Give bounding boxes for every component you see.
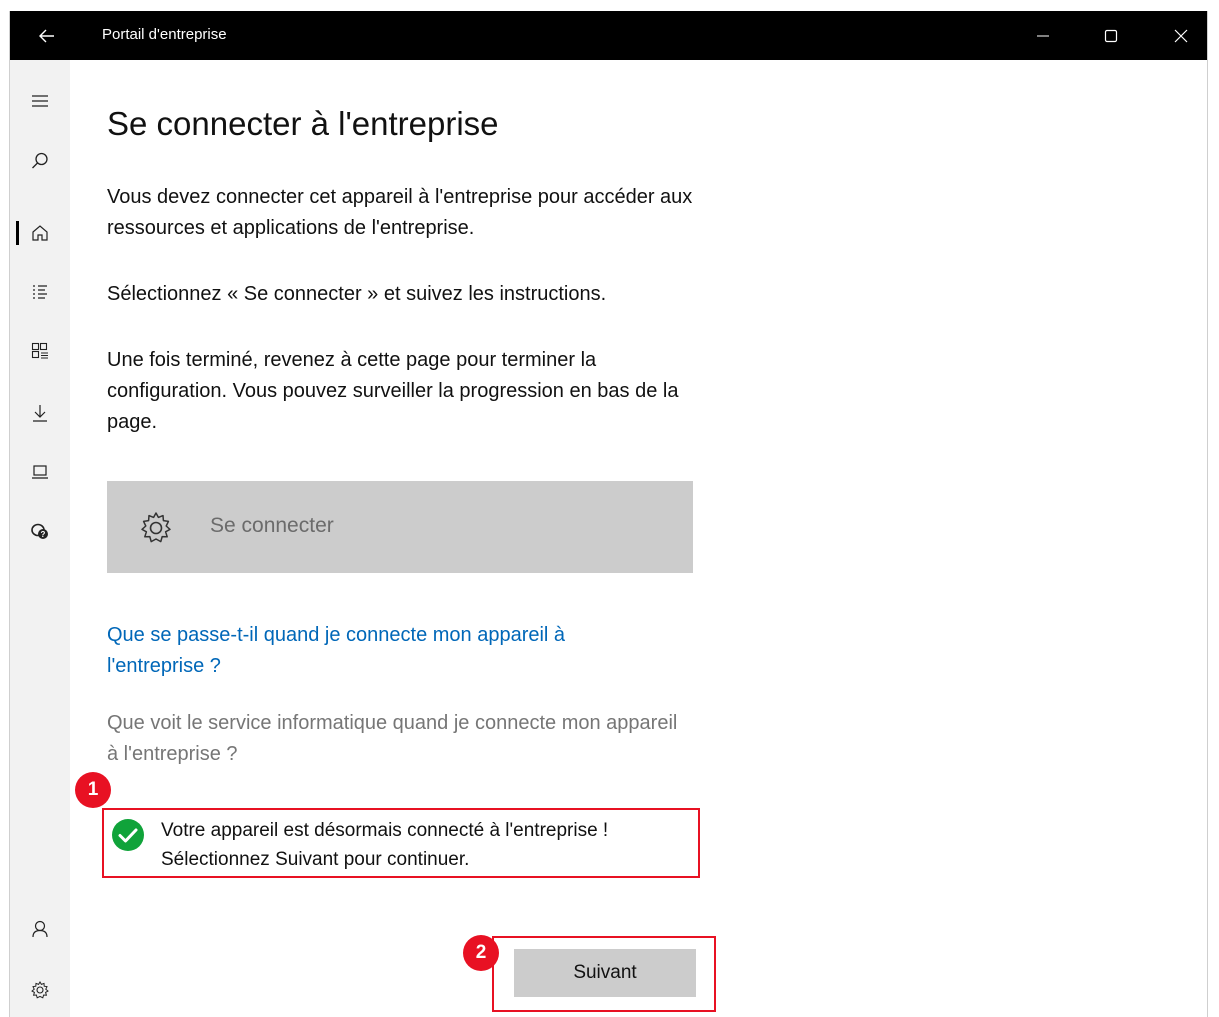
minimize-icon[interactable] [1020, 11, 1066, 60]
account-icon[interactable] [10, 907, 70, 951]
connect-button[interactable]: Se connecter [107, 481, 693, 573]
callout-badge-1: 1 [75, 772, 111, 808]
what-happens-link[interactable]: Que se passe-t-il quand je connecte mon … [107, 620, 667, 682]
what-it-sees-link[interactable]: Que voit le service informatique quand j… [107, 708, 687, 770]
status-text: Votre appareil est désormais connecté à … [161, 816, 608, 874]
device-icon[interactable] [10, 450, 70, 494]
list-icon[interactable] [10, 270, 70, 314]
navigation-sidebar: ? [10, 60, 70, 1017]
gear-icon [141, 512, 171, 543]
next-button[interactable]: Suivant [514, 949, 696, 997]
status-message: Votre appareil est désormais connecté à … [102, 808, 700, 878]
status-line-2: Sélectionnez Suivant pour continuer. [161, 849, 470, 870]
download-icon[interactable] [10, 391, 70, 435]
page-title: Se connecter à l'entreprise [107, 105, 499, 142]
search-icon[interactable] [10, 139, 70, 183]
back-arrow-icon[interactable] [32, 23, 62, 49]
completion-paragraph: Une fois terminé, revenez à cette page p… [107, 349, 679, 433]
apps-icon[interactable] [10, 329, 70, 373]
maximize-icon[interactable] [1088, 11, 1134, 60]
close-icon[interactable] [1158, 11, 1204, 60]
svg-text:?: ? [41, 530, 46, 539]
title-bar: Portail d'entreprise [10, 11, 1207, 60]
status-line-1: Votre appareil est désormais connecté à … [161, 820, 609, 841]
window-title: Portail d'entreprise [102, 26, 227, 43]
settings-icon[interactable] [10, 968, 70, 1012]
next-button-highlight: Suivant [492, 936, 716, 1012]
connect-button-label: Se connecter [210, 514, 334, 537]
hamburger-icon[interactable] [10, 79, 70, 123]
app-window: Portail d'entreprise ? Se connecter à l'… [9, 11, 1208, 1017]
intro-paragraph: Vous devez connecter cet appareil à l'en… [107, 186, 693, 239]
help-icon[interactable]: ? [10, 509, 70, 553]
home-icon[interactable] [10, 211, 70, 255]
success-check-icon [112, 819, 144, 851]
instruction-paragraph: Sélectionnez « Se connecter » et suivez … [107, 283, 607, 305]
